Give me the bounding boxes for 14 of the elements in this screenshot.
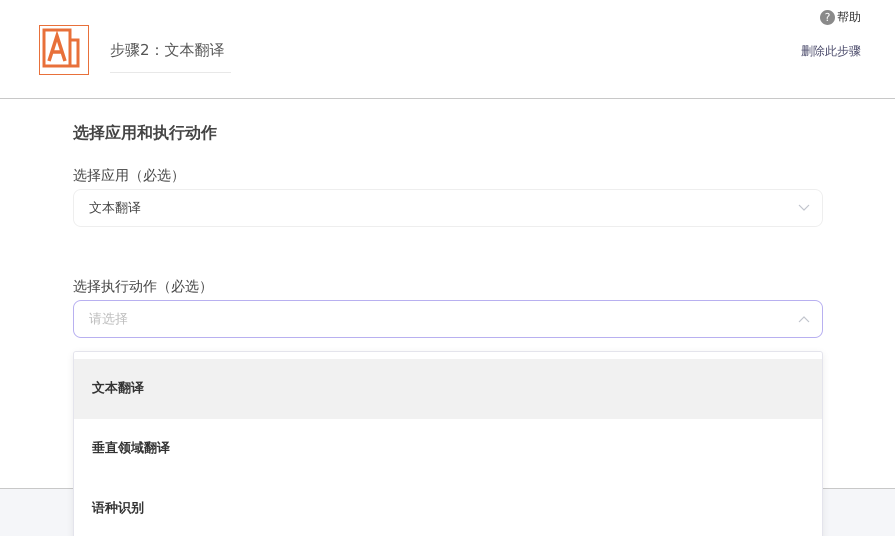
delete-step-link[interactable]: 删除此步骤 xyxy=(801,43,861,60)
chevron-icon xyxy=(798,204,810,212)
dropdown-option[interactable]: 文本翻译 xyxy=(74,359,822,419)
app-logo-icon xyxy=(39,25,89,75)
field-label: 选择应用（必选） xyxy=(73,167,186,186)
app-select[interactable]: 文本翻译 xyxy=(73,189,823,227)
step-title: 步骤2：文本翻译 xyxy=(110,38,231,73)
field-label: 选择执行动作（必选） xyxy=(73,278,214,297)
dropdown-option[interactable]: 语种识别 xyxy=(74,479,822,536)
section-title: 选择应用和执行动作 xyxy=(73,123,218,144)
help-icon: ? xyxy=(820,10,835,25)
dropdown-option[interactable]: 垂直领域翻译 xyxy=(74,419,822,479)
chevron-icon xyxy=(798,315,810,323)
help-link[interactable]: ? 帮助 xyxy=(820,9,861,26)
